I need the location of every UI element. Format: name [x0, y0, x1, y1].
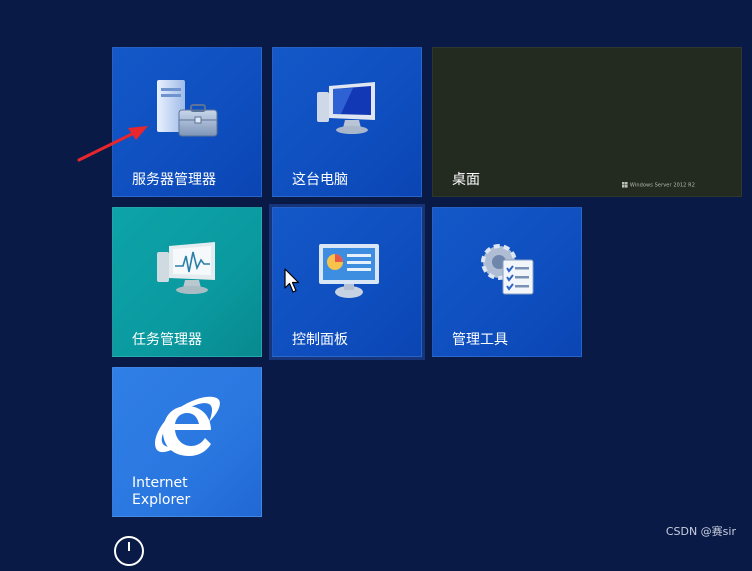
csdn-watermark: CSDN @赛sir: [665, 525, 736, 538]
control-panel-icon: [317, 242, 381, 304]
tile-label: 这台电脑: [292, 172, 348, 188]
tile-label: 任务管理器: [132, 332, 202, 348]
tile-label: Internet Explorer: [132, 475, 191, 508]
tile-desktop[interactable]: Windows Server 2012 R2 桌面: [432, 47, 742, 197]
tile-label: 服务器管理器: [132, 172, 216, 188]
windows-server-watermark: Windows Server 2012 R2: [621, 181, 695, 188]
windows-logo-icon: [621, 181, 628, 188]
computer-monitor-icon: [317, 82, 379, 142]
tile-label: 管理工具: [452, 332, 508, 348]
tile-admin-tools[interactable]: 管理工具: [432, 207, 582, 357]
tile-this-pc[interactable]: 这台电脑: [272, 47, 422, 197]
annotation-arrow-icon: [76, 122, 156, 168]
tile-task-manager[interactable]: 任务管理器: [112, 207, 262, 357]
server-toolbox-icon: [153, 78, 223, 144]
activity-monitor-icon: [157, 242, 219, 302]
tile-internet-explorer[interactable]: Internet Explorer: [112, 367, 262, 517]
tile-label: 控制面板: [292, 332, 348, 348]
gears-checklist-icon: [477, 238, 539, 304]
tile-label: 桌面: [452, 172, 480, 188]
power-icon[interactable]: [113, 535, 145, 567]
mouse-cursor-icon: [284, 268, 300, 298]
internet-explorer-icon: [149, 392, 225, 472]
